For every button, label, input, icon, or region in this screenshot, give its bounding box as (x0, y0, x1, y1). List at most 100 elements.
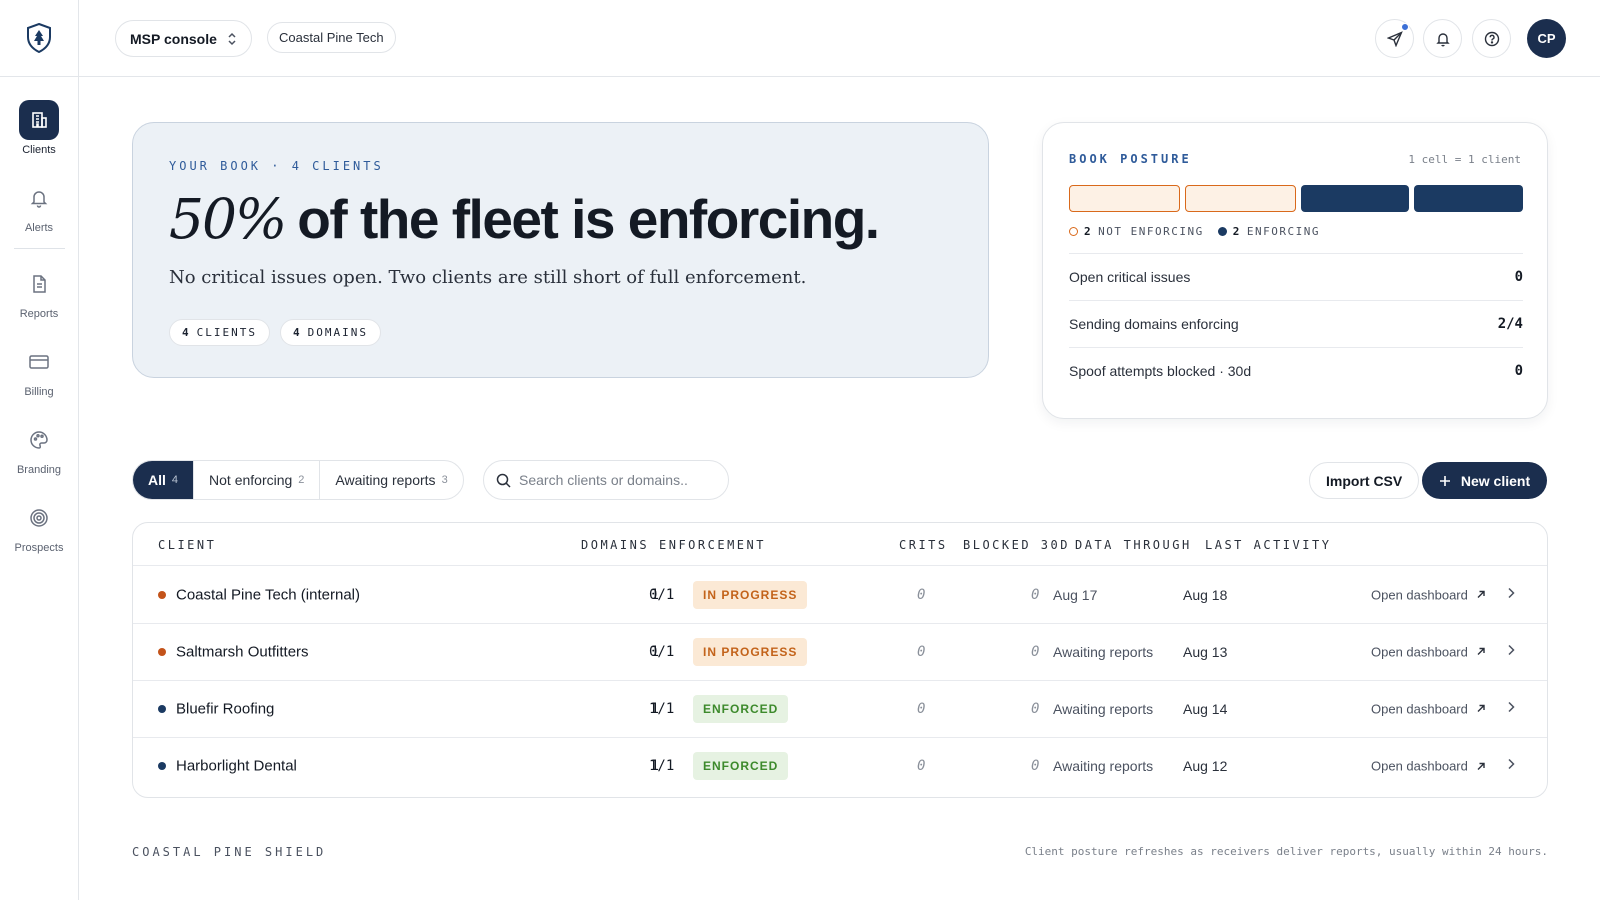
notifications-button[interactable] (1423, 19, 1462, 58)
legend-count: 2 (1232, 225, 1241, 238)
shield-logo-icon (27, 23, 51, 53)
help-button[interactable] (1472, 19, 1511, 58)
posture-cells (1069, 185, 1523, 212)
chevron-right-icon[interactable] (1507, 700, 1515, 718)
status-dot (158, 590, 166, 599)
blocked-count: 0 (1031, 586, 1040, 603)
client-name: Saltmarsh Outfitters (176, 643, 309, 660)
pill-label: CLIENTS (196, 326, 257, 339)
avatar[interactable]: CP (1527, 19, 1566, 58)
tab-all[interactable]: All 4 (133, 461, 195, 499)
tab-label: Awaiting reports (335, 472, 436, 488)
tab-label: All (148, 472, 166, 488)
console-label: MSP console (130, 30, 217, 47)
tab-awaiting-reports[interactable]: Awaiting reports 3 (320, 461, 462, 499)
legend-label: NOT ENFORCING (1098, 225, 1204, 238)
book-posture-card: BOOK POSTURE 1 cell = 1 client 2 NOT ENFO… (1042, 122, 1548, 419)
open-dashboard-link[interactable]: Open dashboard (1371, 587, 1486, 602)
blocked-count: 0 (1031, 643, 1040, 660)
sidebar-item-label: Reports (19, 308, 59, 320)
tab-count: 4 (171, 474, 179, 486)
clients-count-pill: 4 CLIENTS (169, 319, 270, 346)
sidebar-item-alerts[interactable]: Alerts (0, 178, 78, 234)
send-icon (1386, 30, 1403, 47)
column-crits[interactable]: CRITS (899, 538, 948, 552)
palette-icon (19, 420, 59, 460)
posture-cell-not-enforcing (1069, 185, 1180, 212)
open-dashboard-link[interactable]: Open dashboard (1371, 644, 1486, 659)
sidebar-item-label: Clients (22, 144, 56, 156)
legend-count: 2 (1084, 225, 1093, 238)
column-last-activity[interactable]: LAST ACTIVITY (1205, 538, 1331, 552)
posture-cell-not-enforcing (1184, 185, 1296, 212)
clients-table: CLIENT DOMAINS ENFORCEMENT CRITS BLOCKED… (132, 522, 1548, 798)
sidebar-item-prospects[interactable]: Prospects (0, 498, 78, 554)
domains-count-pill: 4 DOMAINS (279, 319, 381, 346)
headline-text: of the fleet is enforcing. (297, 188, 880, 250)
column-client[interactable]: CLIENT (158, 538, 216, 552)
column-data-through[interactable]: DATA THROUGH (1075, 538, 1192, 552)
stat-value: 0 (1514, 269, 1523, 285)
search-box (483, 460, 729, 500)
client-name: Harborlight Dental (176, 757, 297, 775)
posture-title: BOOK POSTURE (1069, 152, 1192, 166)
footer-brand: COASTAL PINE SHIELD (132, 845, 327, 859)
chevron-right-icon[interactable] (1507, 757, 1515, 775)
chevron-right-icon[interactable] (1507, 643, 1515, 661)
credit-card-icon (19, 342, 59, 382)
org-chip[interactable]: Coastal Pine Tech (267, 22, 396, 53)
open-dashboard-label: Open dashboard (1371, 587, 1468, 602)
sidebar-item-branding[interactable]: Branding (0, 420, 78, 476)
open-dashboard-link[interactable]: Open dashboard (1371, 701, 1486, 716)
new-client-label: New client (1460, 472, 1531, 489)
stat-label: Sending domains enforcing (1069, 316, 1239, 332)
chevron-updown-icon (228, 32, 236, 45)
table-row[interactable]: Bluefir Roofing 1 1/1 ENFORCED 0 0 Awaiting re… (133, 680, 1547, 738)
enforcement-ratio: 1/1 (649, 758, 675, 774)
hero-pills: 4 CLIENTS 4 DOMAINS (169, 319, 381, 346)
table-row[interactable]: Saltmarsh Outfitters 1 0/1 IN PROGRESS 0 0 Awa… (133, 623, 1547, 681)
sidebar-divider (14, 248, 65, 249)
column-domains[interactable]: DOMAINS (581, 538, 649, 552)
sidebar-item-reports[interactable]: Reports (0, 264, 78, 320)
data-through: Awaiting reports (1053, 700, 1154, 717)
search-input[interactable] (519, 472, 709, 488)
sidebar: Clients Alerts Reports Billing Branding … (0, 0, 79, 900)
open-dashboard-link[interactable]: Open dashboard (1371, 759, 1486, 774)
last-activity: Aug 18 (1183, 586, 1228, 603)
table-row[interactable]: Coastal Pine Tech (internal) 1 0/1 IN PROGR… (133, 566, 1547, 624)
import-csv-button[interactable]: Import CSV (1309, 462, 1420, 499)
chevron-right-icon[interactable] (1507, 586, 1515, 604)
app-logo[interactable] (0, 0, 78, 77)
data-through: Awaiting reports (1053, 643, 1154, 660)
bell-icon (1435, 32, 1450, 46)
sidebar-item-clients[interactable]: Clients (0, 100, 78, 156)
posture-note: 1 cell = 1 client (1408, 153, 1521, 166)
legend-label: ENFORCING (1246, 225, 1320, 238)
console-switcher[interactable]: MSP console (115, 20, 252, 57)
new-client-button[interactable]: New client (1422, 462, 1547, 499)
bell-icon (19, 178, 59, 218)
open-dashboard-label: Open dashboard (1371, 701, 1468, 716)
send-button[interactable] (1375, 19, 1414, 58)
enforcement-ratio: 0/1 (649, 643, 675, 660)
legend-not-enforcing: 2 NOT ENFORCING (1069, 225, 1204, 238)
stat-label: Spoof attempts blocked · 30d (1069, 363, 1252, 379)
enforcement-ratio: 0/1 (649, 586, 675, 603)
external-link-icon (1477, 590, 1485, 598)
data-through: Aug 17 (1053, 586, 1098, 603)
column-enforcement[interactable]: ENFORCEMENT (659, 538, 766, 552)
sidebar-item-billing[interactable]: Billing (0, 342, 78, 398)
open-dashboard-label: Open dashboard (1371, 758, 1468, 774)
table-row[interactable]: Harborlight Dental 1 1/1 ENFORCED 0 0 Awaiting… (133, 737, 1547, 795)
blocked-count: 0 (1031, 700, 1040, 717)
hero-headline: 50% of the fleet is enforcing. (169, 187, 880, 251)
status-badge: ENFORCED (693, 752, 789, 780)
tab-not-enforcing[interactable]: Not enforcing 2 (194, 461, 321, 499)
crits-count: 0 (917, 700, 926, 717)
footer-note: Client posture refreshes as receivers de… (1024, 845, 1548, 858)
external-link-icon (1477, 704, 1485, 712)
headline-percent: 50% (169, 187, 287, 251)
column-blocked[interactable]: BLOCKED 30D (963, 538, 1070, 552)
plus-icon (1439, 475, 1450, 486)
